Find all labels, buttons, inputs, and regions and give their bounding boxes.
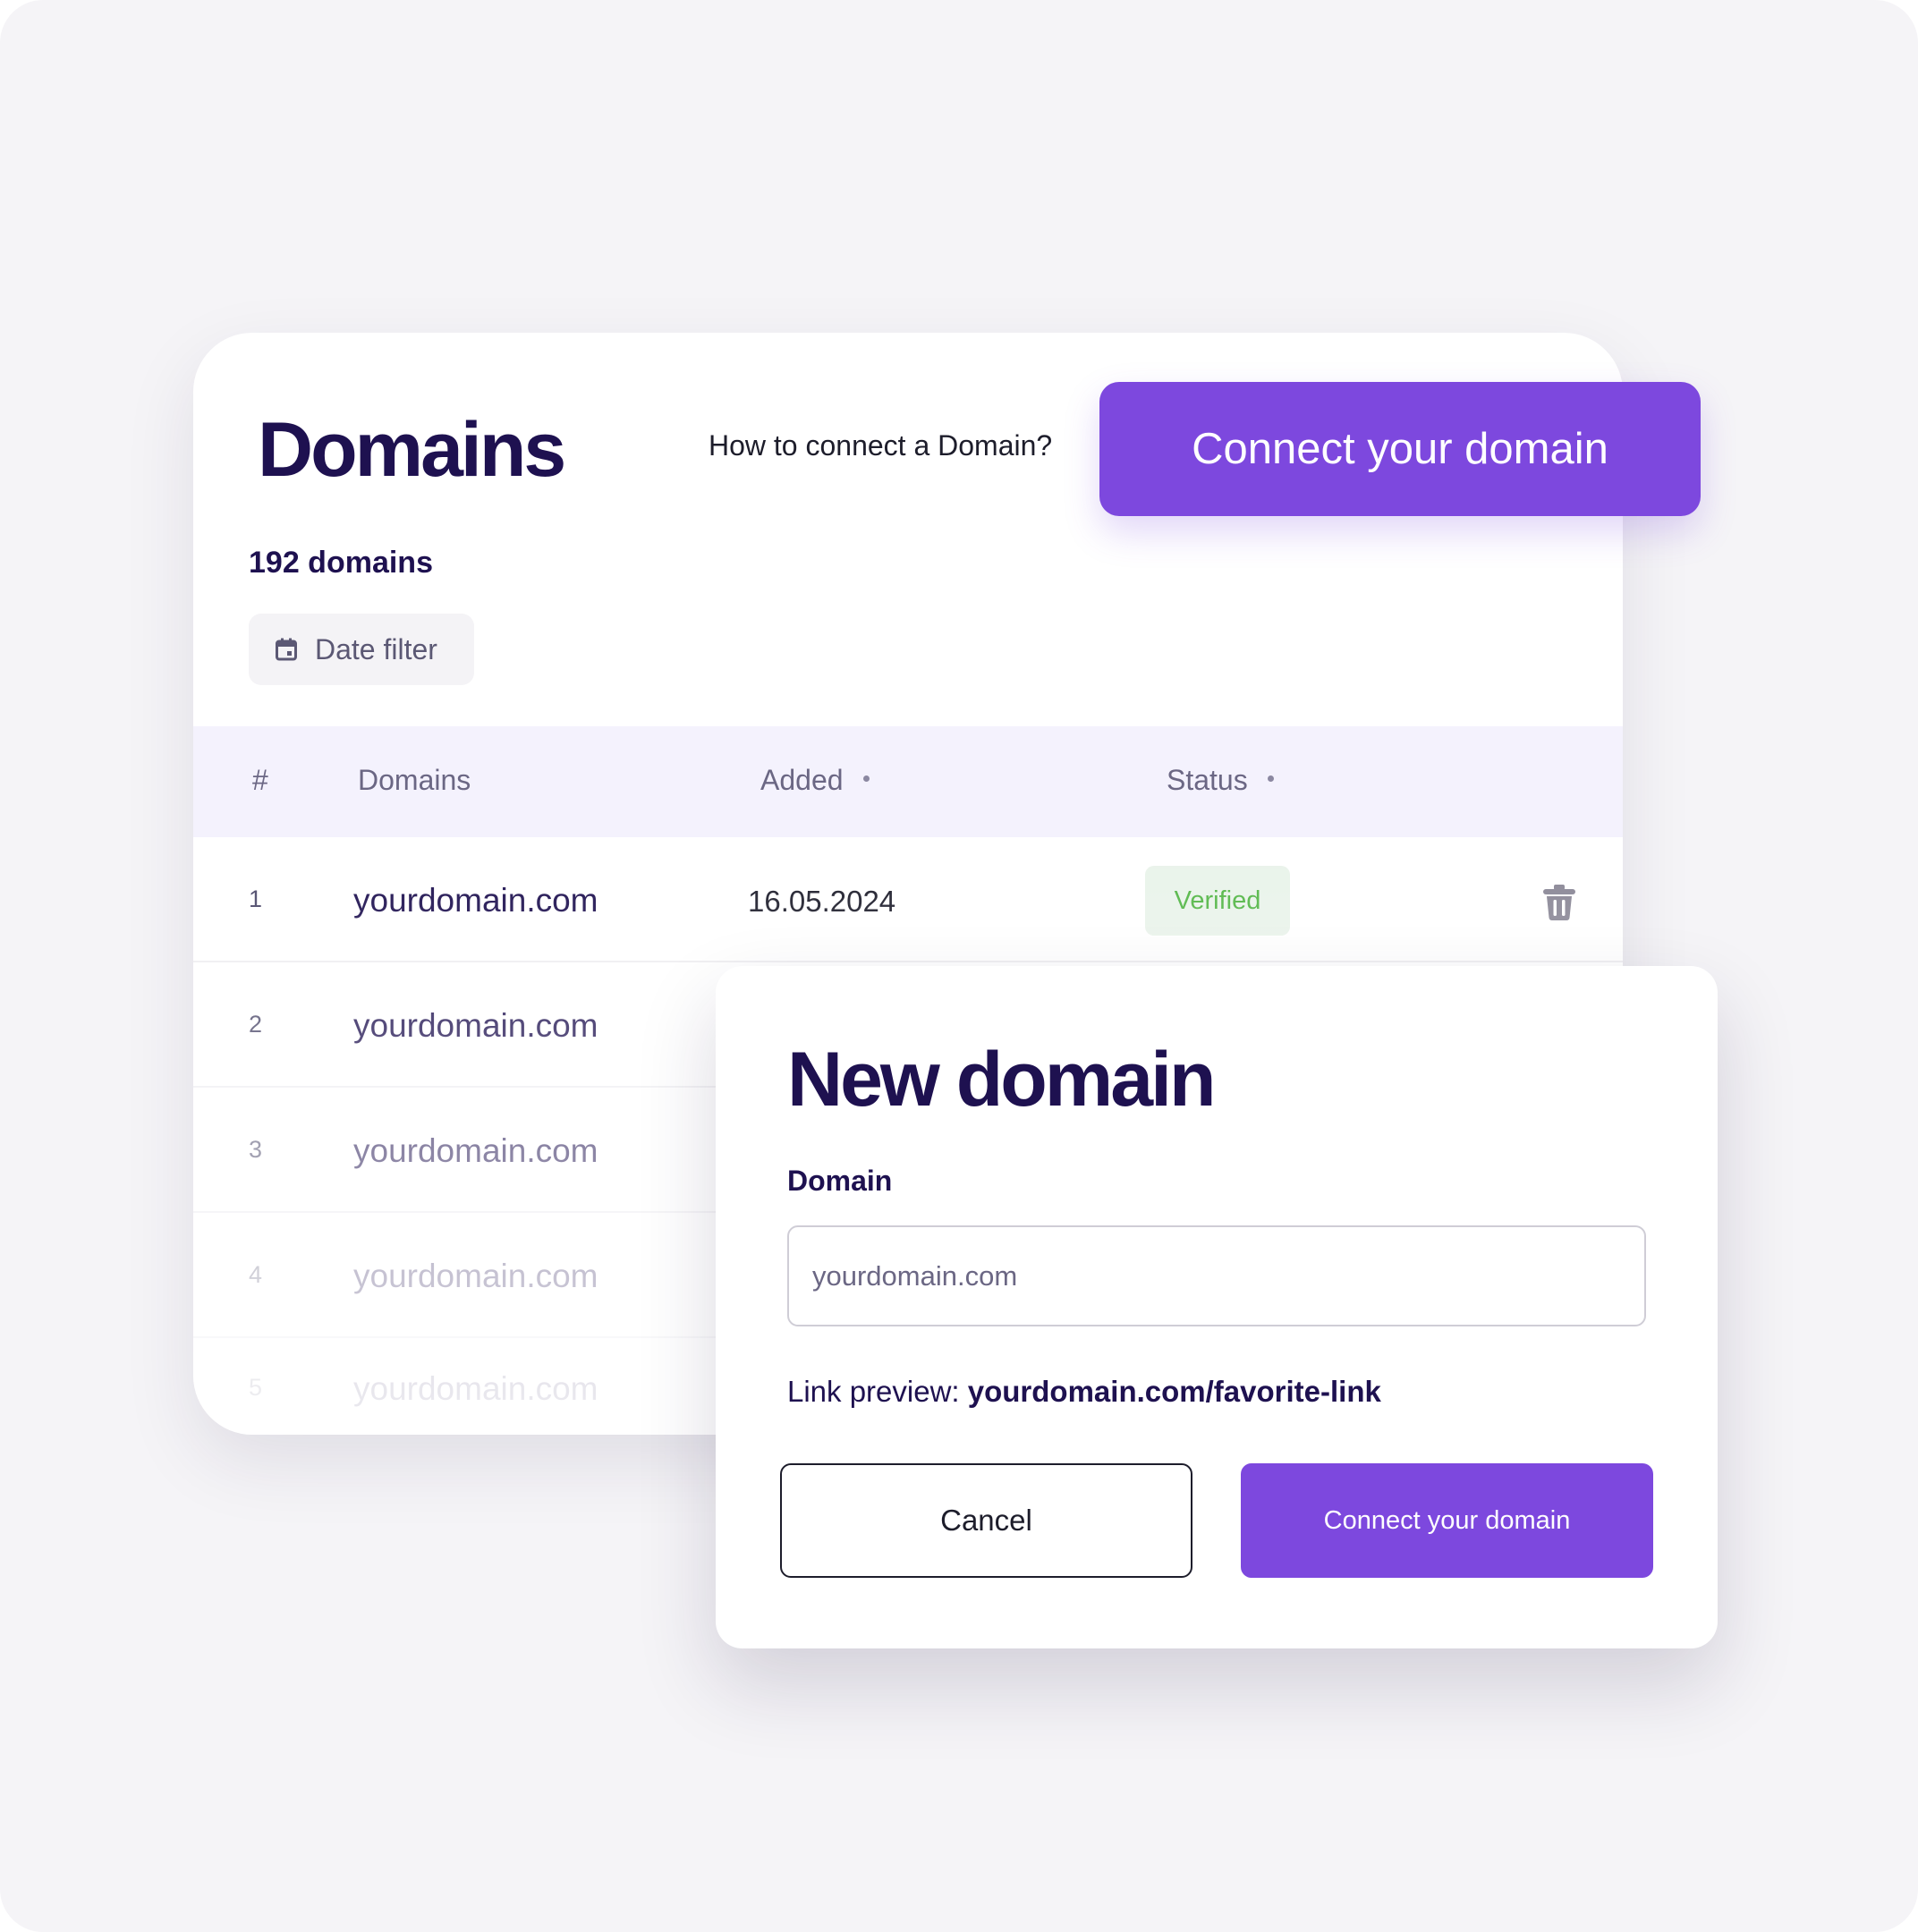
table-row[interactable]: 1 yourdomain.com 16.05.2024 Verified [193, 837, 1623, 962]
sort-indicator-icon [862, 775, 870, 783]
domain-field-label: Domain [787, 1165, 893, 1197]
modal-title: New domain [787, 1037, 1217, 1123]
row-domain: yourdomain.com [353, 1370, 598, 1407]
cancel-button[interactable]: Cancel [780, 1463, 1192, 1578]
column-header-status-label: Status [1167, 764, 1248, 796]
column-header-status[interactable]: Status [1167, 764, 1274, 797]
date-filter-label: Date filter [315, 632, 437, 665]
status-badge: Verified [1145, 866, 1290, 936]
page-title: Domains [258, 407, 566, 493]
link-preview: Link preview: yourdomain.com/favorite-li… [787, 1375, 1381, 1409]
column-header-domains: Domains [358, 764, 471, 796]
link-preview-value: yourdomain.com/favorite-link [967, 1375, 1381, 1408]
connect-domain-button[interactable]: Connect your domain [1099, 382, 1701, 516]
row-added-date: 16.05.2024 [748, 885, 896, 918]
column-header-added[interactable]: Added [760, 764, 870, 797]
row-number: 4 [249, 1261, 263, 1288]
page-background: Domains How to connect a Domain? 192 dom… [0, 0, 1918, 1932]
row-domain: yourdomain.com [353, 1132, 598, 1169]
date-filter-button[interactable]: Date filter [249, 614, 474, 685]
row-number: 5 [249, 1374, 263, 1401]
domain-count: 192 domains [249, 546, 433, 580]
row-number: 3 [249, 1136, 263, 1163]
new-domain-modal: New domain Domain Link preview: yourdoma… [716, 966, 1718, 1648]
row-number: 1 [249, 886, 263, 912]
help-link[interactable]: How to connect a Domain? [709, 429, 1052, 462]
modal-connect-button[interactable]: Connect your domain [1241, 1463, 1653, 1578]
calendar-icon [276, 638, 297, 661]
sort-indicator-icon [1267, 775, 1274, 783]
column-header-number: # [252, 764, 268, 796]
domain-input[interactable] [787, 1225, 1646, 1326]
column-header-added-label: Added [760, 764, 844, 796]
row-number: 2 [249, 1011, 263, 1038]
row-domain: yourdomain.com [353, 1007, 598, 1044]
trash-icon[interactable] [1542, 884, 1576, 921]
link-preview-label: Link preview: [787, 1375, 960, 1408]
table-header: # Domains Added Status [193, 726, 1623, 837]
row-domain: yourdomain.com [353, 1258, 598, 1294]
row-domain: yourdomain.com [353, 882, 598, 919]
